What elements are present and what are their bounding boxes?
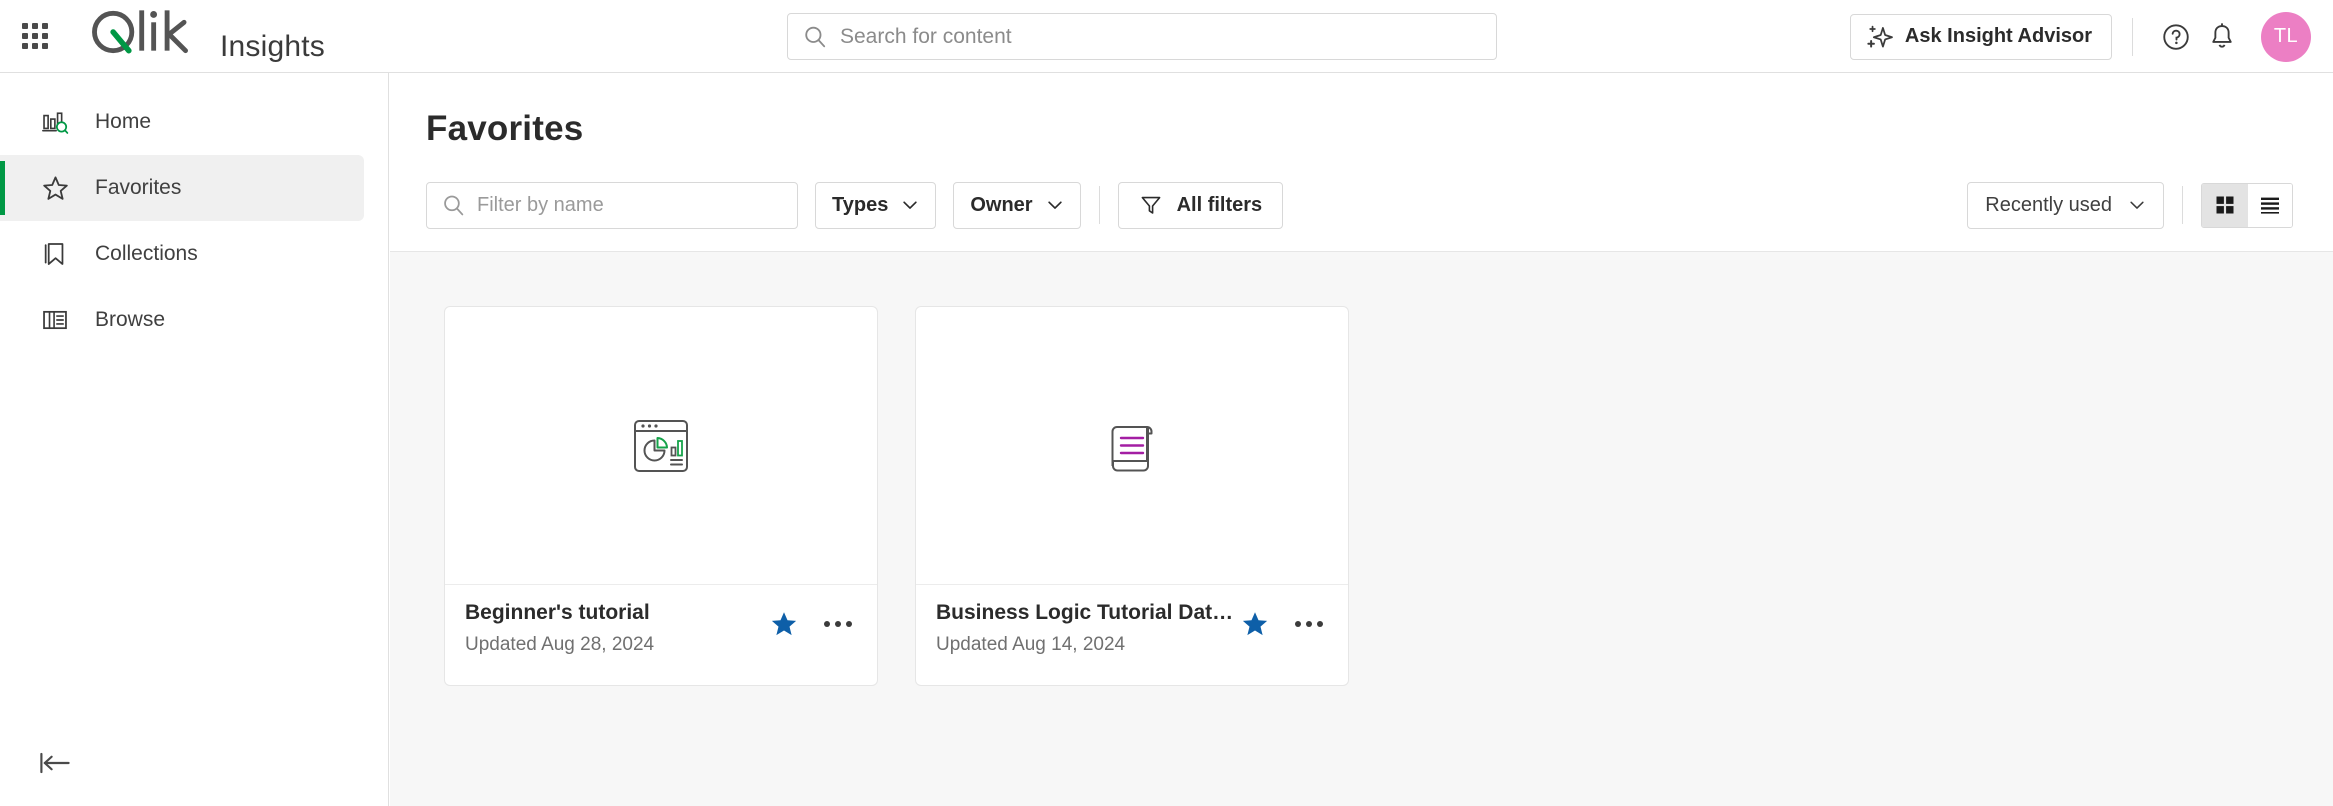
grid-view-button[interactable] (2202, 184, 2247, 227)
content-toolbar: Types Owner All filters Recently used (426, 181, 2333, 229)
star-filled-icon (1240, 609, 1270, 639)
help-circle-icon (2161, 22, 2191, 52)
card-body: Business Logic Tutorial Data Prep Update… (916, 585, 1348, 685)
more-options-icon (1295, 621, 1323, 627)
more-options-icon (824, 621, 852, 627)
card-subtitle: Updated Aug 14, 2024 (936, 634, 1236, 656)
sidebar-item-browse[interactable]: Browse (0, 287, 364, 353)
search-input[interactable] (840, 25, 1482, 49)
grid-apps-icon[interactable] (18, 19, 52, 53)
types-dropdown-label: Types (832, 194, 888, 217)
content-area: Beginner's tutorial Updated Aug 28, 2024 (390, 251, 2333, 806)
app-analytics-icon (628, 413, 694, 479)
funnel-icon (1139, 193, 1163, 217)
owner-dropdown[interactable]: Owner (953, 182, 1080, 229)
card-text: Business Logic Tutorial Data Prep Update… (936, 601, 1236, 656)
sidebar-item-collections[interactable]: Collections (0, 221, 364, 287)
card-thumbnail (445, 307, 877, 585)
sort-dropdown-label: Recently used (1985, 194, 2112, 217)
collapse-sidebar-icon[interactable] (38, 746, 78, 780)
card-title: Business Logic Tutorial Data Prep (936, 601, 1236, 625)
main-content: Favorites Types Owner All (390, 73, 2333, 806)
types-dropdown[interactable]: Types (815, 182, 936, 229)
bell-icon (2207, 22, 2237, 52)
advisor-button-label: Ask Insight Advisor (1905, 25, 2092, 48)
filter-by-name-field[interactable] (426, 182, 798, 229)
top-header: Insights Ask Insight Advisor (0, 0, 2333, 73)
notifications-button[interactable] (2199, 14, 2245, 60)
more-options-button[interactable] (819, 605, 857, 643)
chevron-down-icon (2128, 196, 2146, 214)
list-view-button[interactable] (2247, 184, 2292, 227)
brand[interactable]: Insights (90, 8, 325, 64)
sparkle-icon (1866, 23, 1894, 51)
sidebar-item-label: Collections (95, 242, 198, 266)
card-item[interactable]: Beginner's tutorial Updated Aug 28, 2024 (444, 306, 878, 686)
more-options-button[interactable] (1290, 605, 1328, 643)
card-title: Beginner's tutorial (465, 601, 765, 625)
sidebar-item-home[interactable]: Home (0, 89, 364, 155)
sidebar-item-label: Browse (95, 308, 165, 332)
browse-layout-icon (40, 305, 70, 335)
all-filters-button[interactable]: All filters (1118, 182, 1284, 229)
sort-dropdown[interactable]: Recently used (1967, 182, 2164, 229)
sidebar: Home Favorites Collections (0, 73, 389, 806)
favorite-star-button[interactable] (1236, 605, 1274, 643)
list-view-icon (2258, 193, 2282, 217)
toolbar-divider (1099, 186, 1100, 224)
all-filters-label: All filters (1177, 194, 1263, 217)
toolbar-right-group: Recently used (1967, 182, 2293, 229)
star-outline-icon (40, 173, 70, 203)
page-title: Favorites (426, 109, 2333, 149)
product-name: Insights (220, 30, 325, 64)
chevron-down-icon (901, 196, 919, 214)
header-divider (2132, 18, 2133, 56)
card-actions (1236, 605, 1328, 643)
card-item[interactable]: Business Logic Tutorial Data Prep Update… (915, 306, 1349, 686)
filter-input[interactable] (477, 194, 783, 217)
card-text: Beginner's tutorial Updated Aug 28, 2024 (465, 601, 765, 656)
view-toggle-group (2201, 183, 2293, 228)
search-icon (802, 24, 828, 50)
avatar-initials: TL (2274, 25, 2298, 48)
insight-advisor-chart-icon (40, 107, 70, 137)
card-subtitle: Updated Aug 28, 2024 (465, 634, 765, 656)
owner-dropdown-label: Owner (970, 194, 1032, 217)
toolbar-divider (2182, 186, 2183, 224)
script-scroll-icon (1099, 413, 1165, 479)
qlik-logo-icon (90, 8, 202, 56)
sidebar-item-label: Home (95, 110, 151, 134)
sidebar-item-label: Favorites (95, 176, 181, 200)
bookmark-icon (40, 239, 70, 269)
sidebar-item-favorites[interactable]: Favorites (0, 155, 364, 221)
card-thumbnail (916, 307, 1348, 585)
global-search[interactable] (787, 13, 1497, 60)
help-button[interactable] (2153, 14, 2199, 60)
header-actions: Ask Insight Advisor TL (1850, 0, 2311, 73)
grid-view-icon (2213, 193, 2237, 217)
avatar[interactable]: TL (2261, 12, 2311, 62)
ask-insight-advisor-button[interactable]: Ask Insight Advisor (1850, 14, 2112, 60)
chevron-down-icon (1046, 196, 1064, 214)
card-body: Beginner's tutorial Updated Aug 28, 2024 (445, 585, 877, 685)
search-icon (441, 193, 466, 218)
favorite-star-button[interactable] (765, 605, 803, 643)
sidebar-nav: Home Favorites Collections (0, 73, 388, 353)
star-filled-icon (769, 609, 799, 639)
card-actions (765, 605, 857, 643)
